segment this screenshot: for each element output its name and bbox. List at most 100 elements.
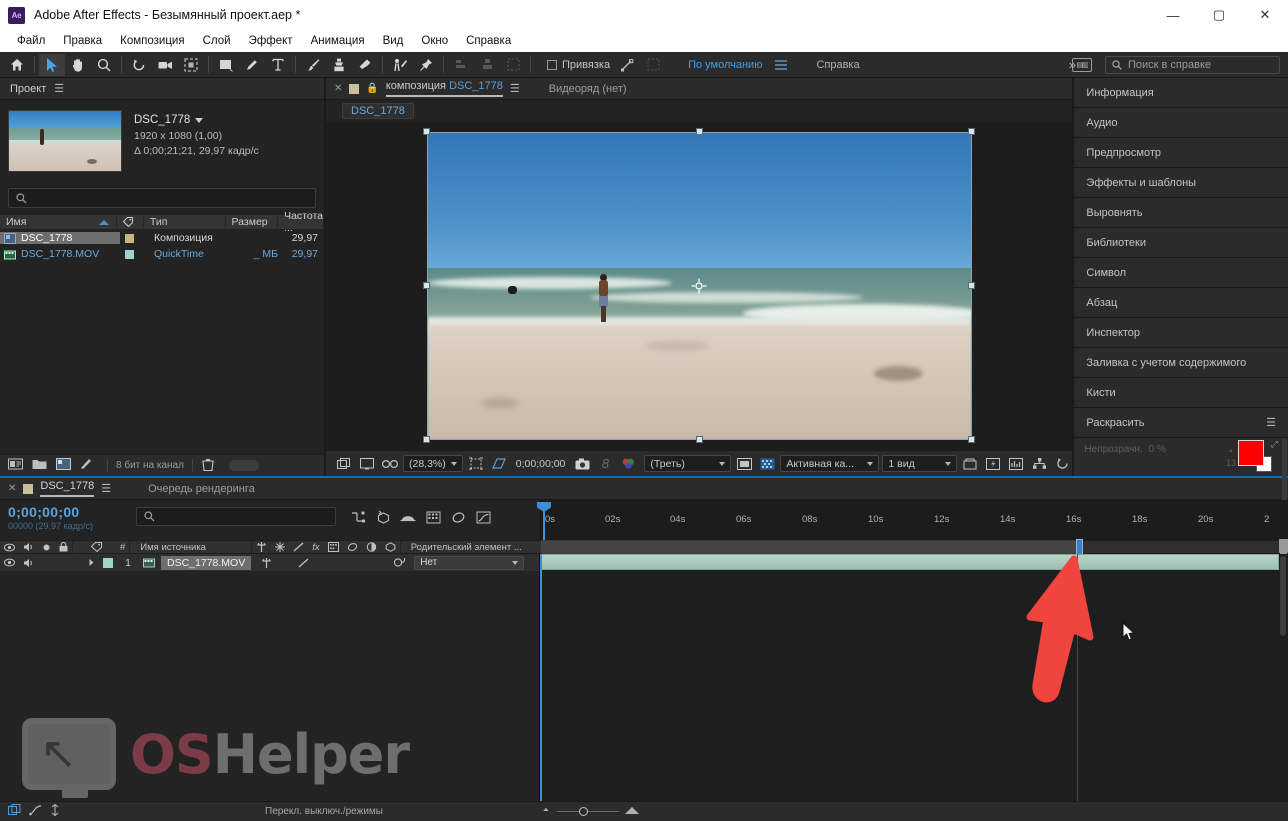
transform-handle-ml[interactable]	[422, 282, 430, 289]
bit-depth-label[interactable]: 8 бит на канал	[107, 459, 193, 472]
transform-handle-tr[interactable]	[967, 128, 975, 135]
panel-align[interactable]: Выровнять	[1074, 198, 1288, 228]
breadcrumb-item[interactable]: DSC_1778	[342, 103, 414, 119]
transparency-grid-icon[interactable]	[734, 455, 754, 473]
sort-ascending-icon[interactable]	[98, 219, 109, 225]
panel-menu-icon[interactable]: ☰	[510, 82, 520, 95]
column-label-color[interactable]	[87, 541, 106, 553]
column-switch-effects[interactable]	[271, 541, 289, 553]
roto-brush-tool-icon[interactable]	[387, 54, 413, 76]
transform-handle-tc[interactable]	[695, 128, 703, 135]
column-name[interactable]: Имя	[0, 215, 117, 229]
anchor-point-icon[interactable]	[691, 278, 707, 294]
tab-project[interactable]: Проект	[10, 83, 46, 95]
layer-duration-bar[interactable]	[540, 554, 1279, 570]
workspace-help[interactable]: Справка	[816, 59, 859, 71]
close-icon[interactable]: ✕	[8, 483, 16, 494]
maximize-button[interactable]: ▢	[1196, 0, 1242, 30]
layer-switch-effects[interactable]	[276, 554, 294, 571]
delete-icon[interactable]	[202, 458, 214, 474]
work-area-end-handle[interactable]	[1076, 539, 1083, 555]
project-row-footage[interactable]: DSC_1778.MOV QuickTime _ МБ 29,97	[0, 246, 324, 262]
column-type[interactable]: Тип	[144, 215, 226, 229]
swap-colors-icon[interactable]: ⤢	[1271, 439, 1278, 450]
always-preview-icon[interactable]	[334, 455, 354, 473]
composition-viewer[interactable]	[326, 122, 1073, 450]
timeline-zoom-slider[interactable]	[557, 807, 619, 816]
playhead[interactable]	[537, 502, 551, 540]
row-name-cell[interactable]: DSC_1778	[0, 232, 120, 244]
timeline-zoom-control[interactable]	[540, 806, 640, 818]
tab-render-queue[interactable]: Очередь рендеринга	[148, 483, 255, 495]
close-icon[interactable]: ✕	[334, 83, 342, 94]
frame-blending-icon[interactable]	[423, 508, 443, 526]
toggle-mask-icon[interactable]	[757, 455, 777, 473]
panel-paint[interactable]: Раскрасить ☰	[1074, 408, 1288, 438]
graph-editor-toggle-icon[interactable]	[29, 804, 42, 819]
current-time-block[interactable]: 0;00;00;00 00000 (29,97 кадр/с)	[8, 504, 128, 531]
new-folder-icon[interactable]	[32, 458, 47, 473]
zoom-tool-icon[interactable]	[91, 54, 117, 76]
timeline-vertical-scrollbar[interactable]	[1280, 556, 1286, 636]
camera-tool-icon[interactable]	[152, 54, 178, 76]
column-switch-adjustment[interactable]	[362, 541, 381, 553]
panel-character[interactable]: Символ	[1074, 258, 1288, 288]
column-switch-motionblur[interactable]	[252, 541, 271, 553]
column-parent[interactable]: Родительский элемент ...	[401, 541, 526, 553]
pen-tool-icon[interactable]	[239, 54, 265, 76]
close-button[interactable]: ✕	[1242, 0, 1288, 30]
tab-timeline-comp[interactable]: DSC_1778	[40, 480, 95, 497]
zoom-in-icon[interactable]	[624, 806, 640, 818]
paint-opacity-value[interactable]: 0 %	[1149, 444, 1166, 455]
keyboard-shortcuts-icon[interactable]: ▤▥	[1072, 57, 1092, 72]
renderer-tree-icon[interactable]	[1029, 455, 1049, 473]
zoom-out-icon[interactable]	[540, 806, 552, 817]
column-switch-motionblur2[interactable]	[343, 541, 362, 553]
chevron-down-icon[interactable]	[195, 117, 204, 123]
menu-edit[interactable]: Правка	[54, 33, 111, 49]
layer-parent-select[interactable]: Нет	[414, 555, 525, 570]
menu-composition[interactable]: Композиция	[111, 33, 193, 49]
transform-handle-tl[interactable]	[422, 128, 430, 135]
resize-handle-icon[interactable]	[50, 803, 60, 819]
region-of-interest-icon[interactable]	[178, 54, 204, 76]
zoom-level-select[interactable]: (28,3%)	[403, 455, 463, 472]
shape-tool-icon[interactable]	[213, 54, 239, 76]
transform-handle-bl[interactable]	[422, 436, 430, 443]
project-search-input[interactable]	[8, 188, 316, 208]
layer-label-color[interactable]	[99, 554, 117, 571]
snapping-toggle[interactable]: Привязка	[547, 59, 610, 71]
channel-rgb-icon[interactable]	[618, 455, 638, 473]
row-tag-cell[interactable]	[120, 233, 148, 243]
selection-tool-icon[interactable]	[39, 53, 65, 76]
transform-handle-mr[interactable]	[967, 282, 975, 289]
fast-previews-icon[interactable]	[983, 455, 1003, 473]
menu-layer[interactable]: Слой	[194, 33, 240, 49]
pixel-aspect-icon[interactable]	[960, 455, 980, 473]
menu-file[interactable]: Файл	[8, 33, 54, 49]
show-snapshot-icon[interactable]: 8	[595, 455, 615, 473]
column-layer-number[interactable]: #	[116, 541, 131, 553]
tab-footage[interactable]: Видеоряд (нет)	[549, 83, 627, 95]
playhead-marker-icon[interactable]	[537, 502, 551, 512]
menu-effect[interactable]: Эффект	[240, 33, 302, 49]
brush-tool-icon[interactable]	[300, 54, 326, 76]
column-solo-toggle[interactable]	[38, 541, 55, 553]
mask-tool-icon[interactable]	[500, 54, 526, 76]
graph-editor-icon[interactable]	[473, 508, 493, 526]
layer-lock-toggle[interactable]	[58, 554, 74, 571]
layer-parent-pickwhip-icon[interactable]	[389, 554, 410, 571]
help-search-field[interactable]: Поиск в справке	[1105, 55, 1280, 74]
menu-animation[interactable]: Анимация	[302, 33, 374, 49]
panel-tracker[interactable]: Инспектор	[1074, 318, 1288, 348]
column-switch-quality[interactable]	[289, 541, 308, 553]
layer-switch-group[interactable]	[313, 554, 389, 571]
motion-blur-icon[interactable]	[448, 508, 468, 526]
panel-libraries[interactable]: Библиотеки	[1074, 228, 1288, 258]
transform-handle-br[interactable]	[967, 436, 975, 443]
timeline-zoom-knob[interactable]	[579, 807, 588, 816]
snap-region-icon[interactable]	[640, 54, 666, 76]
menu-help[interactable]: Справка	[457, 33, 520, 49]
puppet-pin-tool-icon[interactable]	[413, 54, 439, 76]
column-switch-frameblend[interactable]	[324, 541, 343, 553]
